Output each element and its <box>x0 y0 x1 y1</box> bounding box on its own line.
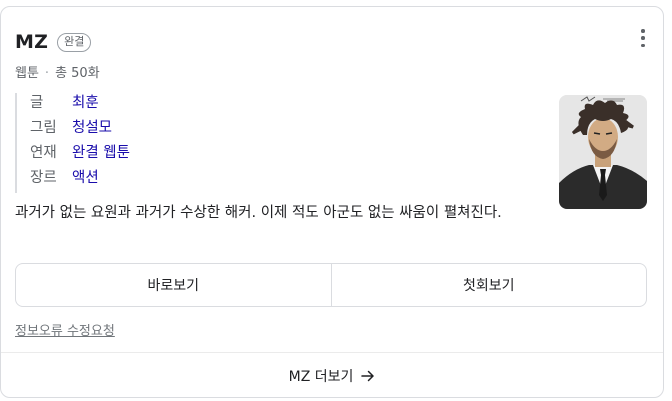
status-badge: 완결 <box>57 32 92 52</box>
knowledge-card: MZ 완결 웹툰 · 총 50화 글 최훈 그림 청설모 연재 완결 웹툰 장르 액… <box>0 6 664 398</box>
info-row-genre: 장르 액션 <box>30 168 130 193</box>
serial-link[interactable]: 완결 웹툰 <box>72 143 130 168</box>
work-title[interactable]: MZ <box>15 31 48 53</box>
subtitle: 웹툰 · 총 50화 <box>15 62 100 81</box>
subtitle-separator: · <box>44 66 50 81</box>
more-vert-icon[interactable] <box>639 29 647 47</box>
episode-count: 총 50화 <box>55 66 100 81</box>
info-row-writer: 글 최훈 <box>30 93 130 118</box>
more-label: MZ 더보기 <box>288 369 354 385</box>
arrow-right-icon <box>361 369 375 383</box>
work-type: 웹툰 <box>15 66 39 81</box>
more-button[interactable]: MZ 더보기 <box>1 353 663 399</box>
artist-link[interactable]: 청설모 <box>72 118 112 143</box>
info-key: 글 <box>30 95 44 111</box>
writer-link[interactable]: 최훈 <box>72 93 99 118</box>
info-row-serial: 연재 완결 웹툰 <box>30 143 130 168</box>
info-key: 그림 <box>30 120 57 136</box>
report-error-link[interactable]: 정보오류 수정요청 <box>15 320 115 339</box>
info-row-artist: 그림 청설모 <box>30 118 130 143</box>
first-episode-button[interactable]: 첫회보기 <box>330 264 647 306</box>
genre-link[interactable]: 액션 <box>72 168 99 193</box>
cover-illustration <box>559 95 647 209</box>
description: 과거가 없는 요원과 과거가 수상한 해커. 이제 적도 아군도 없는 싸움이 … <box>15 205 502 221</box>
view-now-button[interactable]: 바로보기 <box>16 264 331 306</box>
action-buttons: 바로보기 첫회보기 <box>15 263 647 307</box>
info-key: 장르 <box>30 170 57 186</box>
webtoon-cover-image[interactable] <box>559 95 647 209</box>
info-list: 글 최훈 그림 청설모 연재 완결 웹툰 장르 액션 <box>15 93 130 193</box>
title-row: MZ 완결 <box>15 31 92 53</box>
info-key: 연재 <box>30 145 57 161</box>
